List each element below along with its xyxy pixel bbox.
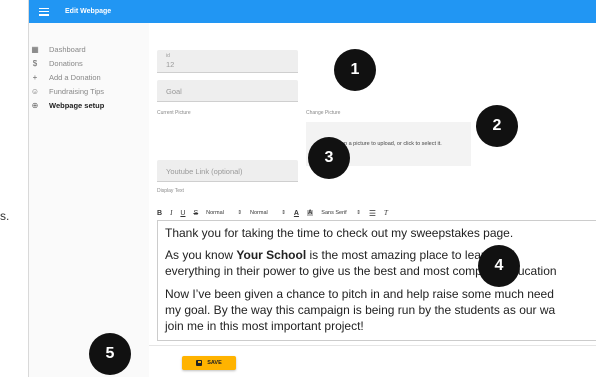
- callout-badge-2: 2: [476, 105, 518, 147]
- sidebar-item-dashboard[interactable]: ▦ Dashboard: [29, 44, 149, 55]
- save-disk-icon: [196, 360, 203, 366]
- app-title: Edit Webpage: [65, 8, 112, 15]
- dollar-icon: $: [32, 59, 38, 68]
- callout-badge-3: 3: [308, 137, 350, 179]
- plus-icon: +: [32, 73, 38, 82]
- italic-button[interactable]: I: [170, 209, 172, 217]
- display-text-editor[interactable]: Thank you for taking the time to check o…: [157, 220, 596, 341]
- sidebar-item-label: Donations: [49, 59, 83, 68]
- sidebar-item-donations[interactable]: $ Donations: [29, 58, 149, 69]
- sidebar: ▦ Dashboard $ Donations + Add a Donation…: [29, 23, 149, 377]
- sidebar-item-label: Webpage setup: [49, 101, 105, 110]
- id-field[interactable]: id 12: [157, 50, 298, 73]
- goal-input[interactable]: Goal: [157, 80, 298, 102]
- sidebar-item-label: Fundraising Tips: [49, 87, 105, 96]
- hamburger-menu-icon[interactable]: [39, 7, 49, 16]
- callout-badge-4: 4: [478, 245, 520, 287]
- font-select[interactable]: Sans Serif ⇕: [321, 210, 361, 216]
- callout-badge-5: 5: [89, 333, 131, 375]
- size-select-value: Normal: [250, 210, 268, 216]
- stray-text: s.: [0, 209, 10, 223]
- app-bar: Edit Webpage: [29, 0, 596, 23]
- sidebar-item-label: Add a Donation: [49, 73, 101, 82]
- heading-select-value: Normal: [206, 210, 224, 216]
- save-button-label: SAVE: [207, 360, 222, 366]
- editor-text-before: As you know: [165, 248, 237, 262]
- editor-paragraph-1: Thank you for taking the time to check o…: [165, 226, 514, 240]
- sidebar-item-add-donation[interactable]: + Add a Donation: [29, 72, 149, 83]
- editor-paragraph-3b: my goal. By the way this campaign is bei…: [165, 303, 556, 317]
- underline-button[interactable]: U: [180, 210, 185, 217]
- font-select-arrow-icon: ⇕: [356, 210, 361, 216]
- id-field-label: id: [166, 53, 170, 59]
- heading-select-arrow-icon: ⇕: [237, 210, 243, 216]
- smiley-icon: ☺: [30, 87, 40, 96]
- goal-placeholder: Goal: [166, 87, 182, 96]
- sidebar-item-webpage-setup[interactable]: ⊕ Webpage setup: [29, 100, 149, 111]
- display-text-label: Display Text: [157, 188, 184, 194]
- sidebar-item-fundraising-tips[interactable]: ☺ Fundraising Tips: [29, 86, 149, 97]
- editor-bold-school: Your School: [236, 248, 307, 262]
- size-select[interactable]: Normal ⇕: [250, 210, 286, 216]
- current-picture-label: Current Picture: [157, 110, 191, 116]
- id-field-value: 12: [166, 60, 175, 69]
- editor-paragraph-3a: Now I’ve been given a chance to pitch in…: [165, 287, 554, 301]
- bold-button[interactable]: B: [157, 210, 162, 217]
- sidebar-item-label: Dashboard: [49, 45, 86, 54]
- background-color-button[interactable]: A: [306, 210, 314, 216]
- change-picture-label: Change Picture: [306, 110, 341, 116]
- dashboard-icon: ▦: [31, 45, 39, 54]
- editor-toolbar: B I U S Normal ⇕ Normal ⇕ A A Sans Serif…: [157, 207, 396, 219]
- text-color-button[interactable]: A: [294, 210, 299, 217]
- divider: [149, 345, 596, 346]
- app-window: Edit Webpage ▦ Dashboard $ Donations + A…: [28, 0, 596, 377]
- align-icon[interactable]: ☰: [369, 209, 376, 218]
- font-select-value: Sans Serif: [321, 210, 347, 216]
- save-button[interactable]: SAVE: [182, 356, 236, 370]
- heading-select[interactable]: Normal ⇕: [206, 210, 242, 216]
- youtube-link-input[interactable]: Youtube Link (optional): [157, 160, 298, 182]
- callout-badge-1: 1: [334, 49, 376, 91]
- size-select-arrow-icon: ⇕: [281, 210, 286, 216]
- editor-paragraph-3c: join me in this most important project!: [165, 319, 364, 333]
- clear-format-button[interactable]: T: [384, 209, 388, 217]
- globe-icon: ⊕: [31, 101, 39, 110]
- dropzone-text: Drop a picture to upload, or click to se…: [335, 141, 442, 147]
- strike-button[interactable]: S: [193, 210, 198, 217]
- editor-paragraph-2a: As you know Your School is the most amaz…: [165, 248, 515, 264]
- youtube-placeholder: Youtube Link (optional): [166, 167, 243, 176]
